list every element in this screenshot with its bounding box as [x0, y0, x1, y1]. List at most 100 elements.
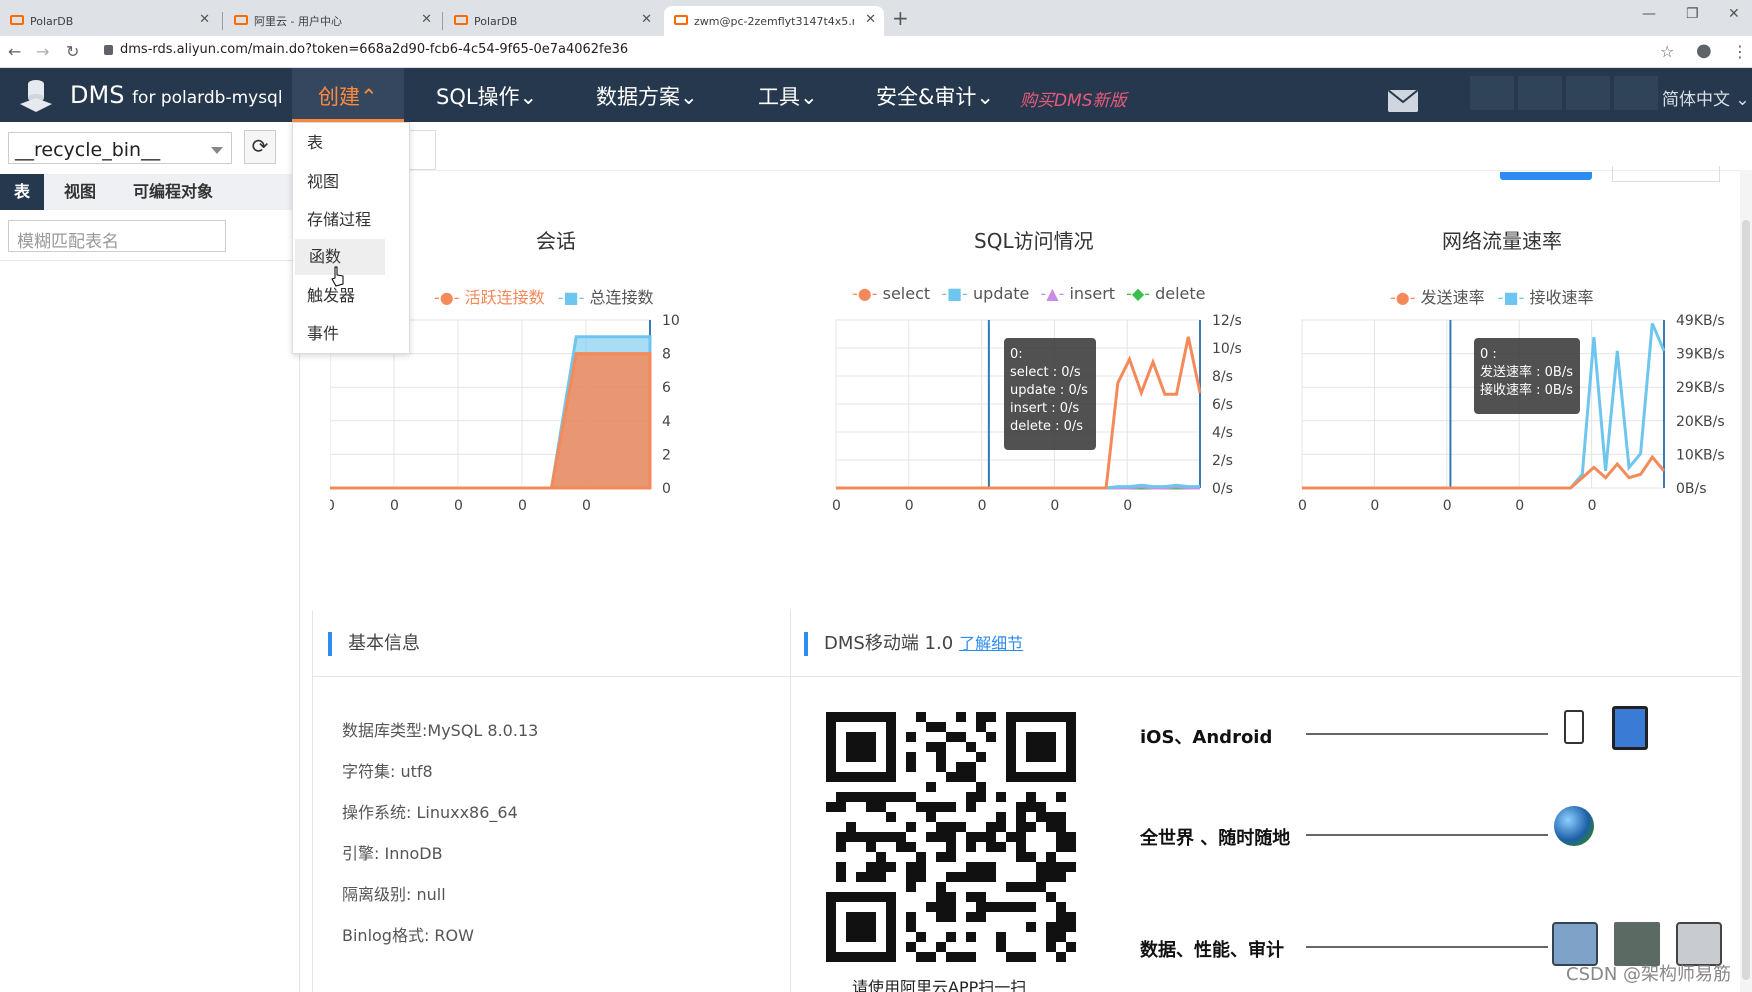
workspace-tab-stub[interactable] [410, 130, 436, 170]
brand-subtitle: for polardb-mysql [132, 88, 283, 108]
window-close-icon[interactable]: ✕ [1728, 6, 1740, 22]
info-os: 操作系统: Linuxx86_64 [342, 803, 518, 822]
menu-tools[interactable]: 工具⌄ [758, 81, 818, 111]
close-tab-icon[interactable]: ✕ [199, 12, 210, 27]
qr-module [1036, 862, 1046, 872]
menu-sql-operations[interactable]: SQL操作⌄ [436, 81, 537, 111]
tab-views[interactable]: 视图 [48, 174, 112, 210]
qr-module [1016, 902, 1026, 912]
qr-module [946, 932, 956, 942]
header-tile[interactable] [1614, 76, 1658, 110]
menu-item-event[interactable]: 事件 [293, 316, 409, 352]
tab-programmable-objects[interactable]: 可编程对象 [118, 174, 228, 210]
qr-module [1056, 822, 1066, 832]
qr-module [926, 722, 936, 732]
menu-item-trigger[interactable]: 触发器 [293, 278, 409, 314]
qr-module [946, 842, 956, 852]
menu-item-view[interactable]: 视图 [293, 164, 409, 200]
menu-create[interactable]: 创建⌃ [318, 81, 378, 111]
menu-security-audit[interactable]: 安全&审计⌄ [876, 81, 994, 111]
qr-module [1036, 812, 1046, 822]
new-tab-icon[interactable]: + [892, 6, 909, 30]
tooltip-line: 发送速率 : 0B/s [1480, 364, 1573, 380]
network-traffic-chart: 49KB/s 39KB/s 29KB/s 20KB/s 10KB/s 0B/s 0 0 0 0 0 0… [1298, 313, 1725, 514]
database-select[interactable]: __recycle_bin__ [8, 132, 232, 164]
minimize-icon[interactable]: — [1642, 6, 1656, 22]
qr-module [976, 722, 986, 732]
browser-tab[interactable]: PolarDB ✕ [0, 6, 218, 36]
create-dropdown-menu: 表 视图 存储过程 函数 触发器 事件 [292, 122, 410, 354]
left-panel-divider [0, 260, 300, 261]
refresh-button[interactable]: ⟳ [244, 130, 276, 164]
mail-icon[interactable] [1388, 90, 1418, 112]
qr-module [866, 842, 876, 852]
qr-module [1046, 872, 1056, 882]
qr-module [986, 872, 996, 882]
qr-module [876, 852, 886, 862]
y-tick-label: 29KB/s [1676, 380, 1725, 396]
close-tab-icon[interactable]: ✕ [641, 12, 652, 27]
tab-tables[interactable]: 表 [0, 174, 44, 210]
table-filter-input[interactable]: 模糊匹配表名 [8, 220, 226, 252]
sql-access-chart: 12/s 10/s 8/s 6/s 4/s 2/s 0/s 0 0 0 0 0 0: select : 0… [832, 313, 1242, 514]
qr-module [896, 792, 906, 802]
language-select[interactable]: 简体中文 ⌄ [1662, 85, 1750, 110]
qr-module [876, 792, 886, 802]
qr-module [946, 872, 956, 882]
feature-line [1306, 834, 1548, 836]
browser-tab[interactable]: PolarDB ✕ [444, 6, 660, 36]
header-tile[interactable] [1566, 76, 1610, 110]
main-scrollbar[interactable] [1740, 170, 1752, 992]
back-icon[interactable]: ← [8, 42, 21, 61]
url-field[interactable]: dms-rds.aliyun.com/main.do?token=668a2d9… [120, 42, 628, 57]
qr-module [916, 952, 926, 962]
qr-module [1056, 912, 1066, 922]
x-tick-label: 0 [454, 498, 463, 514]
secondary-action-button[interactable] [1612, 166, 1720, 182]
forward-icon[interactable]: → [36, 42, 49, 61]
qr-module [886, 812, 896, 822]
qr-module [876, 872, 886, 882]
qr-module [1046, 922, 1056, 932]
qr-module [846, 832, 856, 842]
reload-icon[interactable]: ↻ [66, 42, 79, 61]
x-tick-label: 0 [582, 498, 591, 514]
x-tick-label: 0 [390, 498, 399, 514]
qr-module [936, 912, 946, 922]
browser-tab-active[interactable]: zwm@pc-2zemflyt3147t4x5.r ✕ [664, 6, 884, 36]
buy-dms-link[interactable]: 购买DMS新版 [1020, 86, 1127, 111]
browser-tab[interactable]: 阿里云 - 用户中心 ✕ [224, 6, 440, 36]
qr-module [946, 892, 956, 902]
menu-data-solutions[interactable]: 数据方案⌄ [596, 81, 698, 111]
qr-module [916, 862, 926, 872]
qr-module [866, 862, 876, 872]
menu-item-procedure[interactable]: 存储过程 [293, 202, 409, 238]
qr-module [1066, 842, 1076, 852]
close-tab-icon[interactable]: ✕ [421, 12, 432, 27]
app-brand[interactable]: DMS for polardb-mysql [70, 81, 283, 109]
bookmark-star-icon[interactable]: ☆ [1660, 42, 1674, 61]
qr-module [916, 932, 926, 942]
tooltip-line: select : 0/s [1010, 365, 1081, 380]
header-tile[interactable] [1470, 76, 1514, 110]
qr-caption: 请使用阿里云APP扫一扫 [852, 978, 1027, 992]
qr-module [926, 902, 936, 912]
qr-module [1016, 832, 1026, 842]
close-tab-icon[interactable]: ✕ [865, 12, 876, 27]
learn-more-link[interactable]: 了解细节 [959, 634, 1023, 653]
menu-item-table[interactable]: 表 [293, 125, 409, 161]
qr-module [1066, 912, 1076, 922]
primary-action-button[interactable] [1500, 172, 1592, 180]
x-tick-label: 0 [1050, 498, 1059, 514]
qr-module [946, 772, 956, 782]
tooltip-line: 接收速率 : 0B/s [1480, 382, 1573, 398]
qr-module [916, 852, 926, 862]
restore-icon[interactable]: ❐ [1686, 6, 1699, 22]
qr-module [1006, 832, 1016, 842]
browser-menu-icon[interactable]: ⋮ [1732, 42, 1748, 61]
header-tile[interactable] [1518, 76, 1562, 110]
qr-module [826, 802, 836, 812]
refresh-icon: ⟳ [251, 134, 269, 158]
profile-icon[interactable]: ● [1696, 40, 1712, 61]
scrollbar-thumb[interactable] [1742, 220, 1750, 980]
